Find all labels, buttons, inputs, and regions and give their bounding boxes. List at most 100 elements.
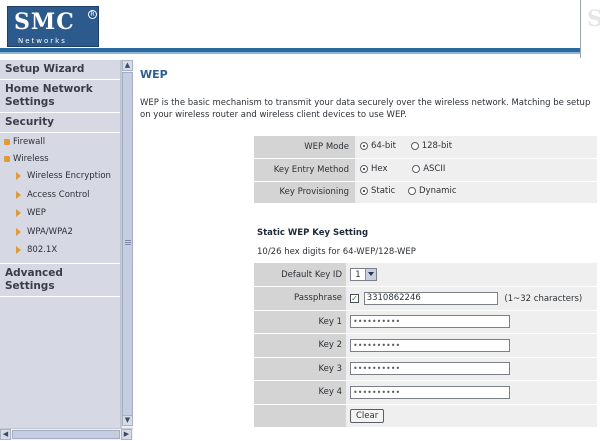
sidebar-item-label: 802.1X (27, 245, 58, 256)
wep-mode-label: WEP Mode (254, 136, 355, 159)
wep-mode-row: WEP Mode 64-bit 128-bit (254, 136, 597, 159)
scroll-left-icon[interactable]: ◀ (0, 429, 11, 440)
radio-empty-icon (412, 164, 421, 173)
radio-dynamic[interactable]: Dynamic (408, 186, 457, 196)
default-key-label: Default Key ID (254, 263, 346, 287)
static-key-table: Default Key ID 1 Passphrase ✓ 3310862246… (254, 263, 597, 428)
sidebar-item-home-network-settings[interactable]: Home Network Settings (0, 80, 120, 113)
radio-128-bit[interactable]: 128-bit (410, 141, 453, 151)
radio-hex[interactable]: Hex (360, 164, 388, 174)
passphrase-label: Passphrase (254, 286, 346, 311)
key-1-label: Key 1 (254, 310, 346, 334)
radio-label: Static (371, 186, 396, 197)
scroll-down-icon[interactable]: ▼ (122, 415, 133, 426)
key-4-input[interactable]: •••••••••• (350, 385, 510, 399)
sidebar-item-setup-wizard[interactable]: Setup Wizard (0, 60, 120, 80)
passphrase-checkbox[interactable]: ✓ (350, 293, 359, 303)
default-key-select[interactable]: 1 (350, 268, 377, 281)
sidebar-item-security[interactable]: Security (0, 113, 120, 133)
radio-selected-icon (360, 164, 368, 173)
main-content: WEP WEP is the basic mechanism to transm… (140, 60, 600, 441)
scroll-right-icon[interactable]: ▶ (121, 429, 132, 440)
radio-label: Dynamic (419, 186, 457, 197)
key-4-label: Key 4 (254, 380, 346, 405)
passphrase-row: Passphrase ✓ 3310862246 (1~32 characters… (254, 286, 597, 311)
header-right-logo-fragment: S (587, 6, 600, 32)
sidebar-item-802-1x[interactable]: 802.1X (0, 241, 120, 260)
header: SMC R Networks S (0, 0, 600, 58)
chevron-down-icon (365, 269, 376, 280)
registered-mark: R (88, 10, 97, 19)
radio-label: 128-bit (421, 141, 453, 151)
arrow-icon (16, 246, 21, 255)
sidebar-item-label: Access Control (27, 189, 90, 200)
scroll-thumb-horizontal[interactable] (12, 430, 120, 439)
key-3-label: Key 3 (254, 357, 346, 381)
sidebar-item-wpa-wpa2[interactable]: WPA/WPA2 (0, 223, 120, 242)
passphrase-hint: (1~32 characters) (504, 293, 583, 304)
key-entry-row: Key Entry Method Hex ASCII (254, 158, 597, 182)
scroll-up-icon[interactable]: ▲ (122, 60, 133, 71)
static-wep-key-title: Static WEP Key Setting (257, 228, 369, 238)
page-description: WEP is the basic mechanism to transmit y… (140, 98, 591, 120)
bullet-icon (4, 155, 10, 162)
radio-selected-icon (360, 142, 368, 150)
sidebar-item-access-control[interactable]: Access Control (0, 186, 120, 205)
key-entry-label: Key Entry Method (254, 158, 355, 182)
key-row: Key 3 •••••••••• (254, 357, 597, 381)
key-row: Key 1 •••••••••• (254, 310, 597, 334)
key-provisioning-label: Key Provisioning (254, 181, 355, 204)
default-key-value: 1 (355, 269, 361, 280)
passphrase-input[interactable]: 3310862246 (363, 291, 498, 305)
header-right-panel: S (580, 0, 600, 58)
radio-64-bit[interactable]: 64-bit (360, 141, 396, 151)
key-entry-options: Hex ASCII (355, 158, 597, 182)
grip-icon (125, 240, 131, 241)
radio-selected-icon (360, 187, 368, 196)
key-2-label: Key 2 (254, 333, 346, 358)
logo-subtext: Networks (18, 37, 67, 45)
smc-logo: SMC R Networks (7, 6, 99, 47)
key-row: Key 2 •••••••••• (254, 333, 597, 358)
key-3-input[interactable]: •••••••••• (350, 362, 510, 376)
sidebar-item-label: Wireless (13, 153, 49, 164)
arrow-icon (16, 190, 21, 199)
sidebar-item-wep[interactable]: WEP (0, 204, 120, 223)
sidebar-item-label: Wireless Encryption (27, 171, 111, 182)
sidebar-item-label: WEP (27, 208, 46, 219)
sidebar-item-wireless[interactable]: Wireless (0, 150, 120, 167)
radio-label: 64-bit (371, 141, 396, 151)
wep-mode-table: WEP Mode 64-bit 128-bit Key Entry Method… (254, 136, 597, 204)
clear-row: Clear (254, 404, 597, 428)
arrow-icon (16, 227, 21, 236)
key-provisioning-options: Static Dynamic (355, 181, 597, 204)
key-2-input[interactable]: •••••••••• (350, 338, 510, 352)
sidebar-item-advanced-settings[interactable]: Advanced Settings (0, 264, 120, 297)
hex-digits-note: 10/26 hex digits for 64-WEP/128-WEP (257, 247, 416, 257)
key-provisioning-row: Key Provisioning Static Dynamic (254, 181, 597, 204)
key-1-input[interactable]: •••••••••• (350, 315, 510, 329)
clear-button[interactable]: Clear (350, 408, 385, 423)
radio-ascii[interactable]: ASCII (412, 164, 445, 174)
sidebar-item-label: WPA/WPA2 (27, 226, 73, 237)
wep-mode-options: 64-bit 128-bit (355, 136, 597, 159)
sidebar-item-firewall[interactable]: Firewall (0, 133, 120, 150)
bullet-icon (4, 138, 10, 145)
arrow-icon (16, 209, 21, 218)
default-key-row: Default Key ID 1 (254, 263, 597, 287)
sidebar-item-label: Firewall (13, 136, 46, 147)
radio-empty-icon (410, 142, 419, 150)
sidebar-item-wireless-encryption[interactable]: Wireless Encryption (0, 167, 120, 186)
page-title: WEP (140, 68, 168, 81)
header-stripe-light (0, 52, 581, 54)
sidebar-horizontal-scrollbar[interactable]: ◀ ▶ (0, 428, 133, 440)
radio-label: Hex (371, 163, 388, 174)
arrow-icon (16, 172, 21, 181)
logo-text: SMC (14, 9, 75, 35)
scroll-thumb[interactable] (122, 72, 133, 416)
sidebar-vertical-scrollbar[interactable]: ▲ ▼ (121, 60, 133, 428)
radio-empty-icon (408, 187, 417, 196)
sidebar: Setup Wizard Home Network Settings Secur… (0, 60, 121, 428)
radio-label: ASCII (423, 163, 446, 174)
radio-static[interactable]: Static (360, 186, 395, 196)
